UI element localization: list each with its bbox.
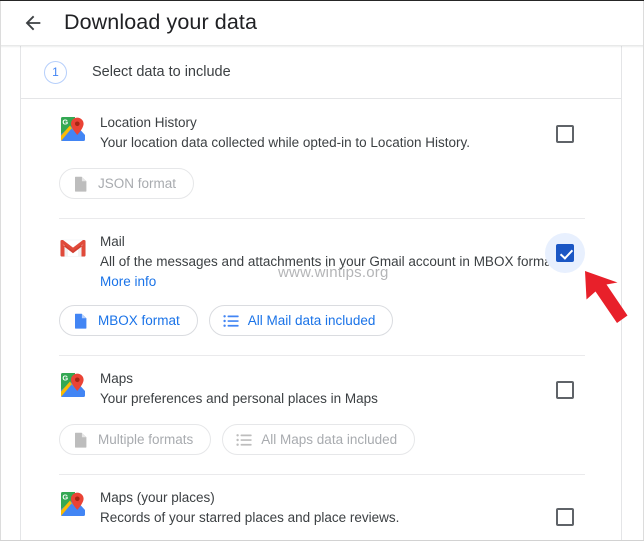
step-number-badge: 1	[44, 60, 67, 84]
gmail-icon	[59, 234, 87, 262]
maps-checkbox[interactable]	[556, 381, 574, 399]
row-divider	[59, 355, 585, 356]
step-title: Select data to include	[92, 64, 231, 80]
checkbox-container	[545, 497, 585, 537]
service-text-block: Maps (your places) Records of your starre…	[100, 489, 537, 527]
page-title: Download your data	[64, 9, 258, 34]
app-bar-shadow	[0, 45, 644, 48]
google-maps-icon: G	[59, 490, 87, 518]
back-button[interactable]	[18, 8, 48, 38]
page-body: 1 Select data to include G Location Histo…	[0, 46, 644, 541]
back-arrow-icon	[22, 12, 44, 34]
chip-label: Multiple formats	[98, 432, 194, 447]
service-description: Your preferences and personal places in …	[100, 391, 378, 406]
checkbox-container	[545, 233, 585, 273]
chip-label: JSON format	[98, 176, 177, 191]
service-row-mail: Mail All of the messages and attachments …	[21, 218, 621, 355]
service-row-main: Mail All of the messages and attachments …	[59, 233, 585, 291]
service-row-main: G Location History Your location data coll…	[59, 114, 585, 154]
service-text-block: Mail All of the messages and attachments …	[100, 233, 560, 291]
chip-row: Multiple formats All Maps data included	[59, 424, 585, 474]
svg-text:G: G	[62, 493, 68, 502]
document-icon	[73, 313, 89, 329]
service-title: Location History	[100, 115, 197, 130]
app-window: All notes and media attachments stored i…	[0, 0, 644, 541]
app-bar: Download your data	[0, 0, 644, 45]
chip-row: MBOX format All Mail data included	[59, 305, 585, 355]
service-list: G Location History Your location data coll…	[21, 99, 621, 541]
chip-row: JSON format	[59, 168, 585, 218]
chip-label: All Mail data included	[247, 313, 376, 328]
chip-all-mail-data-included[interactable]: All Mail data included	[208, 305, 394, 336]
service-row: G Location History Your location data coll…	[21, 99, 621, 218]
location-history-checkbox[interactable]	[556, 125, 574, 143]
google-maps-icon: G	[59, 115, 87, 143]
service-text-block: Maps Your preferences and personal places…	[100, 370, 537, 408]
list-icon	[223, 313, 239, 329]
list-icon	[236, 432, 252, 448]
service-row-maps-your-places: G Maps (your places) Records of your starr…	[21, 474, 621, 541]
service-description: All of the messages and attachments in y…	[100, 254, 560, 269]
checkbox-container	[545, 114, 585, 154]
document-icon	[73, 176, 89, 192]
service-row: G Maps (your places) Records of your starr…	[21, 474, 621, 541]
document-icon	[73, 432, 89, 448]
service-row: G Maps Your preferences and personal place…	[21, 355, 621, 474]
data-selection-card: 1 Select data to include G Location Histo…	[20, 46, 622, 541]
service-title: Maps	[100, 371, 134, 386]
service-row-main: G Maps Your preferences and personal place…	[59, 370, 585, 410]
chip-all-maps-data-included: All Maps data included	[222, 424, 416, 455]
svg-text:G: G	[62, 118, 68, 127]
service-row: Mail All of the messages and attachments …	[21, 218, 621, 355]
chip-json-format: JSON format	[59, 168, 195, 199]
chip-label: All Maps data included	[261, 432, 398, 447]
service-description: Records of your starred places and place…	[100, 510, 400, 525]
checkbox-container	[545, 370, 585, 410]
service-row-location-history: G Location History Your location data coll…	[21, 99, 621, 218]
service-title: Mail	[100, 234, 125, 249]
chip-mbox-format[interactable]: MBOX format	[59, 305, 198, 336]
window-frame-left	[0, 0, 1, 541]
step-header: 1 Select data to include	[21, 46, 621, 99]
more-info-link[interactable]: More info	[100, 272, 156, 291]
maps-your-places-checkbox[interactable]	[556, 508, 574, 526]
service-row-maps: G Maps Your preferences and personal place…	[21, 355, 621, 474]
chip-multiple-formats: Multiple formats	[59, 424, 212, 455]
chip-label: MBOX format	[98, 313, 180, 328]
row-divider	[59, 218, 585, 219]
window-frame-top	[0, 0, 644, 1]
service-title: Maps (your places)	[100, 490, 215, 505]
google-maps-icon: G	[59, 371, 87, 399]
service-text-block: Location History Your location data colle…	[100, 114, 537, 152]
mail-checkbox[interactable]	[556, 244, 574, 262]
service-row-main: G Maps (your places) Records of your starr…	[59, 489, 585, 537]
svg-text:G: G	[62, 374, 68, 383]
row-divider	[59, 474, 585, 475]
service-description: Your location data collected while opted…	[100, 135, 470, 150]
